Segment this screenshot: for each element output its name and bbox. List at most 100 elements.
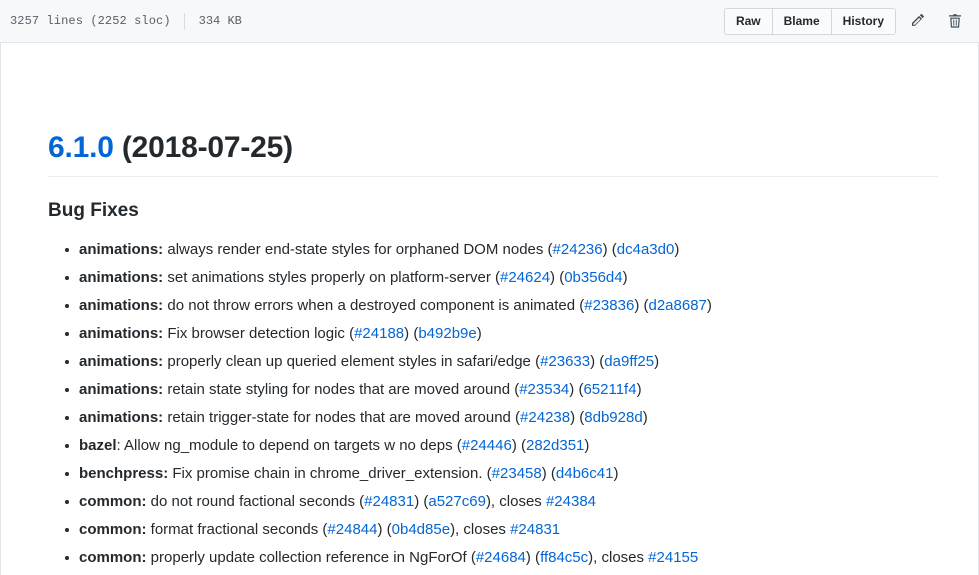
pencil-icon[interactable] [904,7,932,35]
list-item: bazel: Allow ng_module to depend on targ… [65,432,937,460]
change-text: Fix promise chain in chrome_driver_exten… [168,465,492,483]
list-item: animations: retain trigger-state for nod… [65,404,937,432]
change-scope: animations: [79,353,164,371]
change-mid: ) ( [525,549,541,567]
file-actions-button-group: Raw Blame History [723,7,896,35]
change-scope: animations: [79,381,164,399]
commit-link[interactable]: dc4a3d0 [617,241,675,258]
closes-link[interactable]: #24155 [648,549,698,566]
change-text: properly clean up queried element styles… [163,353,541,371]
issue-link[interactable]: #24831 [364,493,414,510]
release-date: (2018-07-25) [121,131,293,164]
change-scope: common: [79,549,147,567]
commit-link[interactable]: d4b6c41 [556,465,614,482]
issue-link[interactable]: #23836 [584,297,634,314]
change-scope: animations: [79,241,164,259]
changelog-list: animations: always render end-state styl… [48,236,937,575]
page-title: 6.1.0 (2018-07-25) [48,129,938,177]
change-mid: ) ( [511,437,526,455]
change-tail: ) [476,325,482,343]
closes-link[interactable]: #24384 [546,493,596,510]
list-item: common: format fractional seconds (#2484… [65,516,937,544]
file-size: 334 KB [198,14,242,28]
list-item: animations: always render end-state styl… [65,236,937,264]
issue-link[interactable]: #24236 [553,241,603,258]
commit-link[interactable]: d2a8687 [648,297,706,314]
list-item: animations: properly clean up queried el… [65,348,937,376]
change-mid: ) ( [377,521,392,539]
blame-button[interactable]: Blame [771,8,831,34]
issue-link[interactable]: #23633 [540,353,590,370]
list-item: animations: set animations styles proper… [65,264,937,292]
change-mid: ) ( [570,409,585,427]
list-item: animations: retain state styling for nod… [65,376,937,404]
list-item: common: properly update collection refer… [65,544,937,572]
change-tail: ), closes [485,493,546,511]
list-item: animations: do not throw errors when a d… [65,292,937,320]
change-tail: ), closes [588,549,649,567]
release-version-link[interactable]: 6.1.0 [48,131,114,164]
change-text: retain state styling for nodes that are … [163,381,520,399]
change-tail: ) [613,465,619,483]
commit-link[interactable]: 8db928d [584,409,642,426]
issue-link[interactable]: #23534 [519,381,569,398]
file-line-count: 3257 lines (2252 sloc) [10,14,171,28]
change-mid: ) ( [590,353,605,371]
change-mid: ) ( [541,465,556,483]
issue-link[interactable]: #24684 [476,549,526,566]
change-text: properly update collection reference in … [146,549,476,567]
change-scope: animations: [79,297,164,315]
commit-link[interactable]: 65211f4 [583,381,636,398]
change-mid: ) ( [404,325,419,343]
change-scope: animations: [79,409,164,427]
change-text: : Allow ng_module to depend on targets w… [116,437,462,455]
change-tail: ) [636,381,642,399]
change-scope: animations: [79,325,164,343]
raw-button[interactable]: Raw [724,8,772,34]
change-text: format fractional seconds ( [146,521,328,539]
issue-link[interactable]: #24844 [327,521,377,538]
change-mid: ) ( [602,241,617,259]
change-scope: bazel [79,437,117,455]
change-mid: ) ( [569,381,584,399]
file-meta: 3257 lines (2252 sloc) 334 KB [10,12,242,30]
commit-link[interactable]: 0b4d85e [392,521,450,538]
commit-link[interactable]: ff84c5c [540,549,588,566]
change-tail: ) [642,409,648,427]
commit-link[interactable]: a527c69 [428,493,486,510]
trash-icon[interactable] [941,7,969,35]
change-text: do not throw errors when a destroyed com… [163,297,585,315]
change-scope: benchpress: [79,465,169,483]
closes-link[interactable]: #24831 [510,521,560,538]
change-mid: ) ( [414,493,429,511]
change-text: set animations styles properly on platfo… [163,269,500,287]
file-body: 6.1.0 (2018-07-25) Bug Fixes animations:… [0,43,979,575]
list-item: benchpress: Fix promise chain in chrome_… [65,460,937,488]
change-mid: ) ( [550,269,565,287]
commit-link[interactable]: b492b9e [418,325,476,342]
issue-link[interactable]: #24624 [500,269,550,286]
markdown-content: 6.1.0 (2018-07-25) Bug Fixes animations:… [1,43,978,575]
change-tail: ), closes [450,521,511,539]
file-header-bar: 3257 lines (2252 sloc) 334 KB Raw Blame … [0,0,979,43]
change-text: always render end-state styles for orpha… [163,241,553,259]
change-scope: common: [79,493,147,511]
section-heading-bug-fixes: Bug Fixes [48,199,139,221]
history-button[interactable]: History [830,8,895,34]
meta-divider [183,12,185,30]
issue-link[interactable]: #24446 [462,437,512,454]
commit-link[interactable]: da9ff25 [604,353,654,370]
change-tail: ) [674,241,680,259]
list-item: common: do not round factional seconds (… [65,488,937,516]
commit-link[interactable]: 282d351 [526,437,584,454]
issue-link[interactable]: #24238 [520,409,570,426]
change-scope: animations: [79,269,164,287]
issue-link[interactable]: #24188 [354,325,404,342]
change-tail: ) [622,269,628,287]
change-text: do not round factional seconds ( [146,493,365,511]
commit-link[interactable]: 0b356d4 [564,269,622,286]
change-mid: ) ( [634,297,649,315]
issue-link[interactable]: #23458 [492,465,542,482]
change-scope: common: [79,521,147,539]
change-tail: ) [654,353,660,371]
